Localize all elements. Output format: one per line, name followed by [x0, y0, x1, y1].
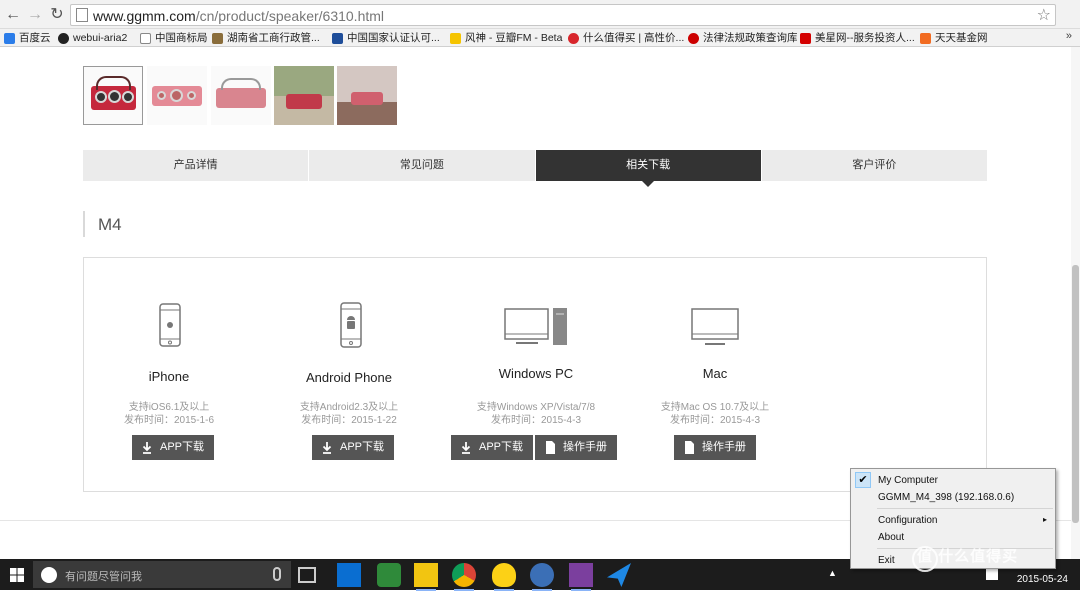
- download-icon: [461, 442, 471, 454]
- product-tabs: 产品详情 常见问题 相关下载 客户评价: [83, 150, 987, 187]
- iphone-icon: [159, 303, 181, 347]
- app-download-button[interactable]: APP下载: [132, 435, 214, 460]
- chrome-icon[interactable]: [452, 563, 476, 591]
- page-icon: [76, 8, 88, 22]
- bookmark-item[interactable]: 中国国家认证认可...: [332, 30, 440, 46]
- product-thumbnail[interactable]: [147, 66, 207, 125]
- platform-name: Android Phone: [305, 370, 392, 385]
- product-thumbnail[interactable]: [83, 66, 143, 125]
- qq-icon[interactable]: [492, 563, 516, 591]
- platform-name: Windows PC: [498, 366, 574, 381]
- download-icon: [58, 33, 69, 44]
- support-text: 支持iOS6.1及以上: [128, 402, 210, 413]
- bookmarks-bar: 百度云 webui-aria2 中国商标局 湖南省工商行政管... 中国国家认证…: [0, 29, 1080, 47]
- support-text: 支持Windows XP/Vista/7/8: [476, 402, 596, 413]
- bookmark-item[interactable]: 百度云: [4, 30, 51, 46]
- app-icon[interactable]: [607, 563, 631, 587]
- search-placeholder: 有问题尽管问我: [65, 571, 142, 583]
- manual-button[interactable]: 操作手册: [674, 435, 756, 460]
- android-phone-icon: [340, 302, 362, 348]
- search-box[interactable]: 有问题尽管问我: [33, 561, 291, 588]
- desktop-pc-icon: [504, 308, 567, 345]
- taskbar-date[interactable]: 2015-05-24: [1017, 574, 1068, 585]
- scrollbar-thumb[interactable]: [1072, 265, 1079, 523]
- bookmarks-more-icon[interactable]: »: [1066, 30, 1072, 42]
- page-icon: [140, 33, 151, 44]
- download-icon: [142, 442, 152, 454]
- bookmark-star-icon[interactable]: ☆: [1037, 5, 1051, 25]
- tab-downloads[interactable]: 相关下载: [535, 150, 762, 187]
- app-download-button[interactable]: APP下载: [312, 435, 394, 460]
- onenote-icon[interactable]: [569, 563, 593, 591]
- support-text: 支持Mac OS 10.7及以上: [660, 402, 770, 413]
- menu-item-device[interactable]: GGMM_M4_398 (192.168.0.6): [878, 492, 1014, 503]
- tray-icon[interactable]: [986, 568, 998, 580]
- task-view-icon[interactable]: [298, 567, 316, 583]
- document-icon: [546, 441, 555, 454]
- download-icon: [322, 442, 332, 454]
- tab-faq[interactable]: 常见问题: [309, 150, 536, 181]
- site-icon: [212, 33, 223, 44]
- document-icon: [685, 441, 694, 454]
- platform-name: Mac: [702, 366, 728, 381]
- menu-item-my-computer[interactable]: My Computer: [878, 475, 938, 486]
- bookmark-item[interactable]: webui-aria2: [58, 30, 127, 46]
- back-icon[interactable]: ←: [3, 5, 23, 25]
- release-date: 发布时间：2015-1-22: [301, 415, 397, 426]
- bookmark-item[interactable]: 天天基金网: [920, 30, 988, 46]
- url-text: www.ggmm.com/cn/product/speaker/6310.htm…: [93, 8, 385, 24]
- bookmark-item[interactable]: 什么值得买 | 高性价...: [568, 30, 684, 46]
- platform-name: iPhone: [148, 369, 190, 384]
- menu-item-configuration[interactable]: Configuration: [878, 515, 937, 526]
- site-icon: [920, 33, 931, 44]
- app-icon[interactable]: [377, 563, 401, 587]
- folder-icon: [450, 33, 461, 44]
- product-thumbnail[interactable]: [211, 66, 271, 125]
- cloud-icon: [4, 33, 15, 44]
- cortana-icon: [41, 567, 57, 583]
- forward-icon[interactable]: →: [25, 5, 45, 25]
- menu-separator: [877, 508, 1053, 509]
- menu-item-about[interactable]: About: [878, 532, 904, 543]
- site-icon: [688, 33, 699, 44]
- menu-item-exit[interactable]: Exit: [878, 555, 895, 566]
- bookmark-item[interactable]: 风神 - 豆瓣FM - Beta: [450, 30, 562, 46]
- browser-toolbar: ← → ↻ www.ggmm.com/cn/product/speaker/63…: [0, 0, 1080, 29]
- release-date: 发布时间：2015-4-3: [490, 415, 582, 426]
- reload-icon[interactable]: ↻: [47, 5, 67, 25]
- support-text: 支持Android2.3及以上: [299, 402, 399, 413]
- product-thumbnail[interactable]: [337, 66, 397, 125]
- watermark-text: 值 什么值得买: [917, 548, 1019, 565]
- address-bar[interactable]: www.ggmm.com/cn/product/speaker/6310.htm…: [70, 4, 1056, 26]
- tab-product-details[interactable]: 产品详情: [83, 150, 310, 181]
- release-date: 发布时间：2015-1-6: [123, 415, 215, 426]
- section-title: M4: [98, 215, 122, 234]
- site-icon: [332, 33, 343, 44]
- windows-start-icon[interactable]: [10, 568, 24, 582]
- site-icon: [568, 33, 579, 44]
- section-marker: [83, 211, 85, 237]
- submenu-arrow-icon: ▸: [1042, 515, 1047, 524]
- app-download-button[interactable]: APP下载: [451, 435, 533, 460]
- speaker-image: [216, 88, 266, 108]
- release-date: 发布时间：2015-4-3: [669, 415, 761, 426]
- tab-reviews[interactable]: 客户评价: [761, 150, 987, 181]
- manual-button[interactable]: 操作手册: [535, 435, 617, 460]
- monitor-icon: [691, 308, 739, 345]
- speaker-image: [351, 92, 383, 105]
- bookmark-item[interactable]: 中国商标局: [140, 30, 208, 46]
- downloads-panel: iPhone 支持iOS6.1及以上 发布时间：2015-1-6 APP下载 A…: [83, 257, 987, 492]
- app-icon[interactable]: [530, 563, 554, 591]
- bookmark-item[interactable]: 美星网--服务投资人...: [800, 30, 915, 46]
- speaker-image: [286, 94, 322, 109]
- file-explorer-icon[interactable]: [414, 563, 438, 591]
- check-icon: ✔: [855, 472, 871, 488]
- site-icon: [800, 33, 811, 44]
- microphone-icon[interactable]: [273, 567, 281, 581]
- product-thumbnail[interactable]: [274, 66, 334, 125]
- store-icon[interactable]: [337, 563, 361, 587]
- bookmark-item[interactable]: 湖南省工商行政管...: [212, 30, 320, 46]
- bookmark-item[interactable]: 法律法规政策查询库: [688, 30, 798, 46]
- tray-chevron-icon[interactable]: ▲: [828, 568, 837, 578]
